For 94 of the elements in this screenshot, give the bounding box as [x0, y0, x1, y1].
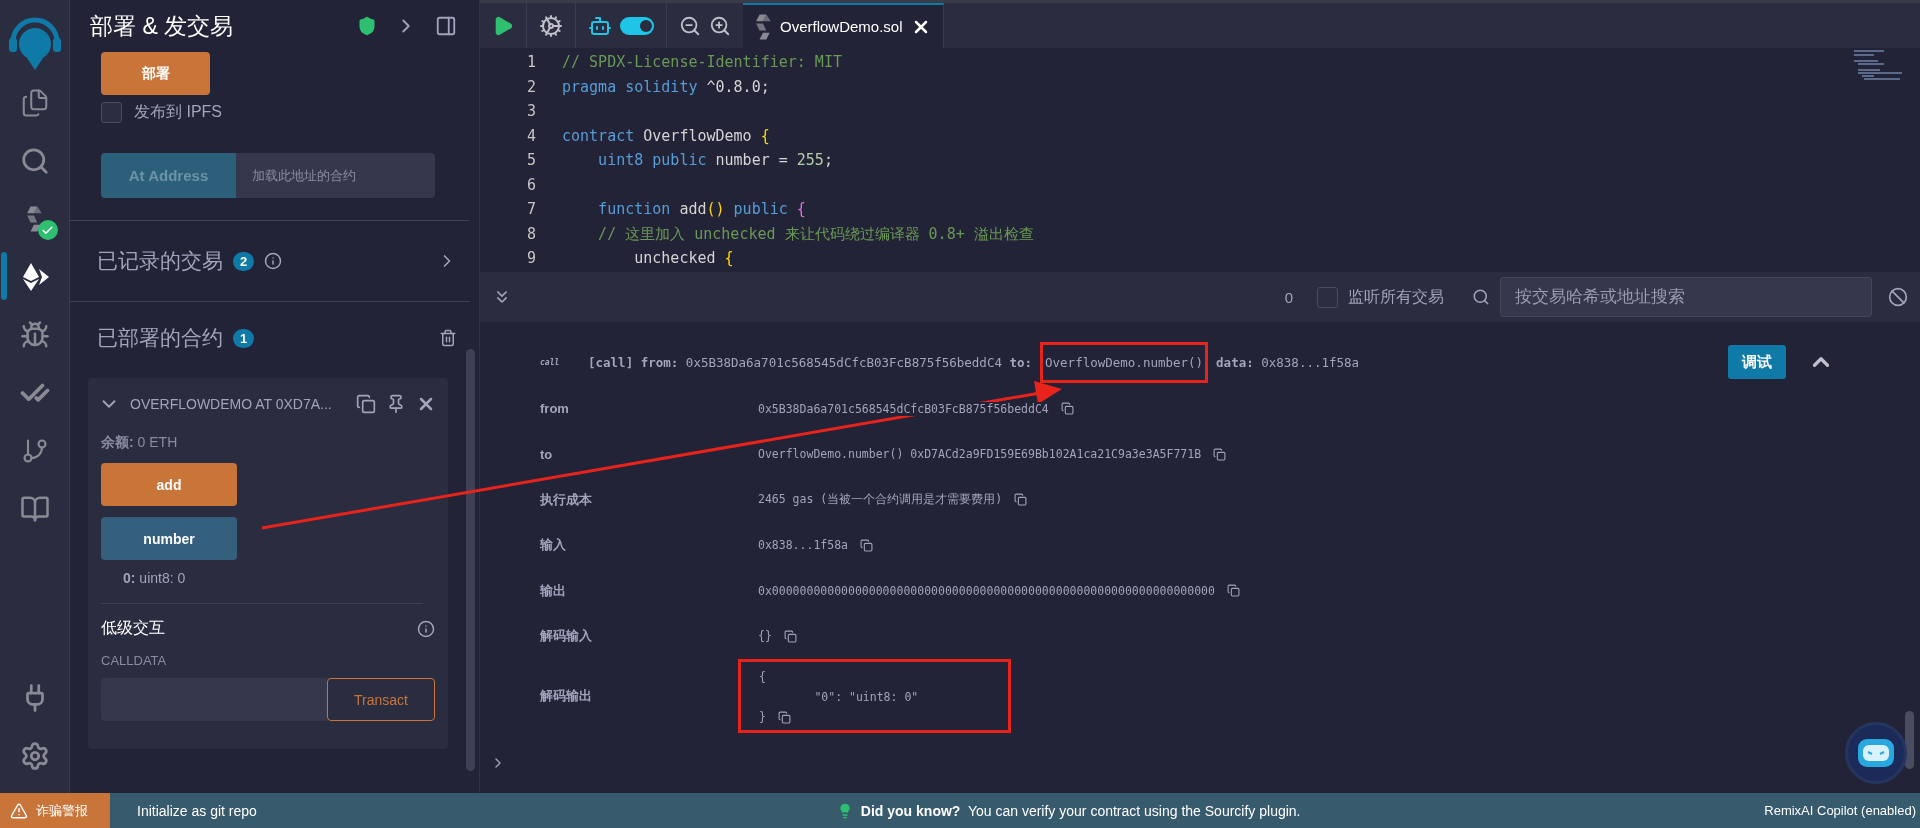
- json-line: }: [759, 710, 766, 724]
- json-line: "0": "uint8: 0": [813, 690, 919, 704]
- copy-icon[interactable]: [777, 710, 791, 724]
- search-icon: [1472, 288, 1490, 306]
- transaction-summary: [call] from: 0x5B38Da6a701c568545dCfcB03FcB875f56beddC4 to:: [588, 354, 1033, 370]
- bug-icon: [19, 320, 50, 350]
- code-line: pragma solidity ^0.8.0;: [562, 77, 770, 96]
- line-number: 1: [526, 52, 536, 73]
- function-button[interactable]: add: [101, 463, 237, 506]
- scam-alert-button[interactable]: 诈骗警报: [0, 793, 110, 828]
- minimap-drawing: [1854, 50, 1902, 80]
- call-label: call: [540, 357, 561, 367]
- copy-icon[interactable]: [860, 538, 873, 552]
- line-number: 6: [526, 174, 536, 196]
- zoom-in-icon[interactable]: [709, 14, 731, 37]
- call-result: 0: uint8: 0: [123, 570, 187, 586]
- detail-label: 解码输出: [540, 687, 593, 705]
- compiler-icon: [26, 206, 43, 232]
- calldata-field[interactable]: [101, 678, 327, 721]
- detail-value: {}: [758, 629, 772, 644]
- copy-icon[interactable]: [783, 629, 797, 643]
- count-badge: 1: [233, 328, 255, 348]
- book-icon: [19, 494, 50, 524]
- shield-icon: [357, 16, 377, 36]
- function-button[interactable]: number: [101, 517, 237, 560]
- trash-icon[interactable]: [439, 329, 457, 347]
- detail-label: to: [540, 446, 554, 462]
- section-title: 低级交互: [101, 618, 165, 638]
- copy-icon[interactable]: [1226, 584, 1240, 598]
- panel-title: 部署 & 发交易: [90, 11, 235, 41]
- code-line: // SPDX-License-Identifier: MIT: [562, 53, 842, 71]
- scrollbar-thumb[interactable]: [466, 349, 475, 771]
- line-number: 5: [526, 150, 536, 171]
- pin-icon[interactable]: [386, 394, 406, 414]
- checkbox[interactable]: [101, 102, 122, 123]
- deploy-button[interactable]: 部署: [101, 52, 210, 95]
- compiler-icon: [755, 13, 772, 40]
- detail-label: 执行成本: [540, 490, 593, 509]
- address-field[interactable]: 加载此地址的合约: [236, 153, 435, 198]
- info-icon[interactable]: [417, 619, 435, 638]
- line-number: 9: [526, 248, 536, 269]
- ai-toggle[interactable]: [620, 16, 654, 35]
- section-title: 已记录的交易: [97, 248, 223, 274]
- detail-label: 输入: [540, 536, 567, 555]
- scrollbar-thumb[interactable]: [1904, 711, 1914, 769]
- line-number: 3: [526, 101, 536, 122]
- json-line: {: [759, 670, 766, 684]
- transaction-data: data: 0x838...1f58a: [1216, 354, 1360, 370]
- copy-icon[interactable]: [1060, 402, 1074, 416]
- line-number: 4: [526, 125, 536, 147]
- code-line: unchecked {: [633, 249, 734, 267]
- clear-icon[interactable]: [1888, 287, 1908, 307]
- copy-icon[interactable]: [356, 394, 376, 414]
- count-badge: 2: [233, 251, 255, 271]
- line-number: 2: [526, 76, 536, 98]
- detail-label: 输出: [540, 581, 567, 600]
- detail-value: 0x5B38Da6a701c568545dCfcB03FcB875f56beddC4: [758, 401, 1049, 416]
- detail-value: 2465 gas (当被一个合约调用是才需要费用): [758, 492, 1003, 508]
- search-field[interactable]: 按交易哈希或地址搜索: [1500, 277, 1872, 317]
- debug-button[interactable]: 调试: [1728, 345, 1786, 379]
- search-icon: [19, 146, 50, 176]
- detail-value: OverflowDemo.number() 0xD7ACd2a9FD159E69Bb102A1ca21C9a3e3A5F771B: [758, 447, 1202, 462]
- tip-text: Did you know? You can verify your contract using the Sourcify plugin.: [860, 802, 1301, 819]
- transaction-target: OverflowDemo.number(): [1045, 354, 1204, 370]
- gear-icon[interactable]: [539, 13, 563, 38]
- code-line: uint8 public number = 255;: [597, 151, 833, 169]
- settings-icon: [19, 741, 50, 771]
- copy-icon[interactable]: [1014, 493, 1028, 507]
- code-line: function add() public {: [597, 200, 806, 218]
- line-number: 7: [526, 199, 536, 220]
- balance-text: 余额: 0 ETH: [101, 434, 179, 452]
- warning-icon: [10, 801, 28, 820]
- transaction-count: 0: [1284, 288, 1293, 306]
- code-line: contract OverflowDemo {: [562, 126, 770, 145]
- detail-label: 解码输入: [540, 627, 593, 646]
- file-tab[interactable]: OverflowDemo.sol: [743, 3, 944, 48]
- code-line: // 这里加入 unchecked 来让代码绕过编译器 0.8+ 溢出检查: [597, 224, 1034, 243]
- panel-toggle-icon[interactable]: [435, 15, 457, 37]
- contract-name: OVERFLOWDEMO AT 0XD7A...: [130, 396, 333, 412]
- detail-value: 0x0000000000000000000000000000000000000000000000000000000000000000: [758, 583, 1215, 598]
- detail-label: from: [540, 401, 570, 417]
- zoom-out-icon[interactable]: [679, 14, 701, 37]
- checkbox-label: 发布到 IPFS: [134, 102, 222, 122]
- line-number: 8: [526, 223, 536, 245]
- copilot-status[interactable]: RemixAI Copilot (enabled): [1764, 803, 1916, 818]
- checkbox[interactable]: [1317, 286, 1338, 308]
- section-title: 已部署的合约: [97, 325, 223, 351]
- file-name: OverflowDemo.sol: [780, 18, 903, 35]
- transact-button[interactable]: Transact: [327, 678, 435, 721]
- git-init-link[interactable]: Initialize as git repo: [137, 802, 257, 819]
- info-icon[interactable]: [264, 252, 283, 270]
- field-label: CALLDATA: [101, 653, 168, 668]
- copy-icon[interactable]: [1213, 447, 1227, 461]
- checkbox-label: 监听所有交易: [1348, 286, 1444, 307]
